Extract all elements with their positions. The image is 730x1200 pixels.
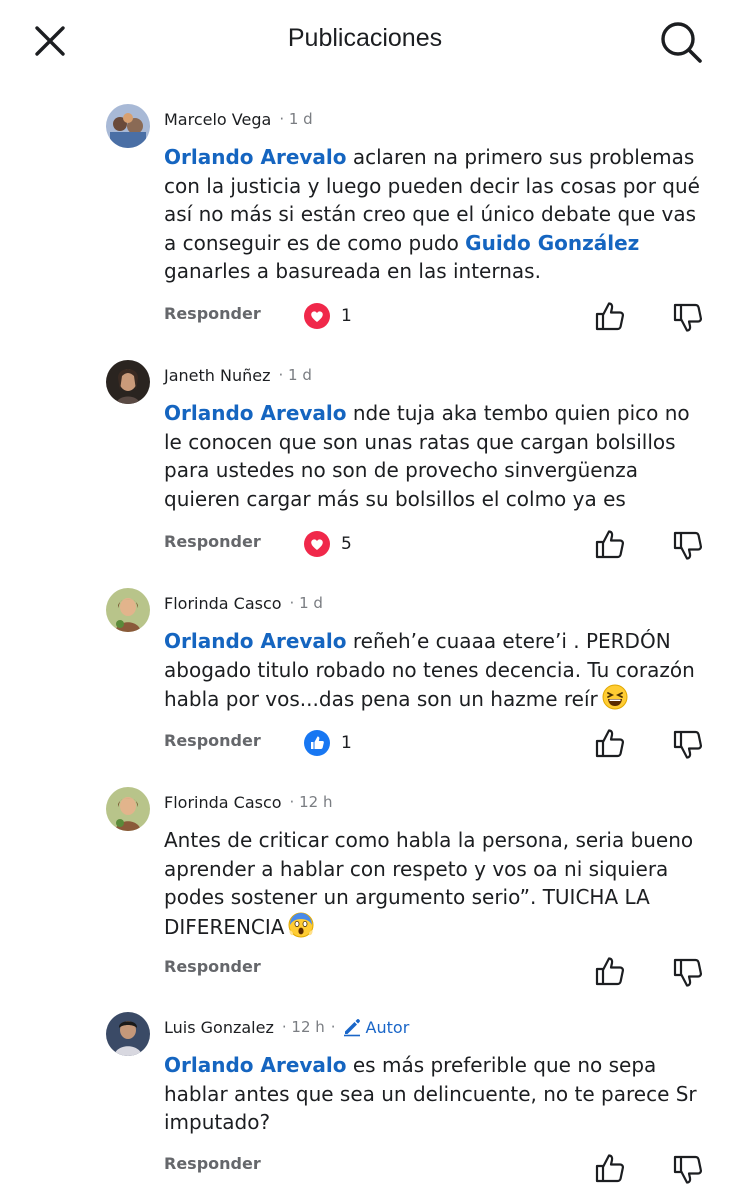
reaction-count: 1 [341, 733, 352, 753]
comment-meta: Marcelo Vega · 1 d [164, 107, 313, 131]
author-badge: Autor [365, 1017, 410, 1037]
pencil-icon [343, 1019, 360, 1037]
comment-text: Orlando Arevalo reñeh’e cuaaa etere’i . … [164, 627, 712, 714]
page-title: Publicaciones [287, 24, 443, 52]
author-name[interactable]: Florinda Casco [164, 594, 282, 613]
thumbs-down-icon[interactable] [672, 729, 704, 761]
timestamp: · 1 d [278, 366, 312, 384]
avatar[interactable] [106, 588, 150, 632]
reply-button[interactable]: Responder [164, 304, 261, 323]
comment-meta: Florinda Casco · 1 d [164, 591, 323, 615]
timestamp: · 1 d [279, 110, 313, 128]
top-bar: Publicaciones [0, 0, 730, 80]
screaming-emoji [288, 912, 314, 938]
mention-link[interactable]: Orlando Arevalo [164, 629, 347, 653]
thumbs-down-icon[interactable] [672, 530, 704, 562]
author-name[interactable]: Luis Gonzalez [164, 1018, 274, 1037]
timestamp: · 1 d [289, 594, 323, 612]
laughing-emoji [602, 684, 628, 710]
mention-link[interactable]: Orlando Arevalo [164, 145, 347, 169]
avatar[interactable] [106, 1012, 150, 1056]
timestamp: · 12 h [289, 793, 333, 811]
comment-text: Orlando Arevalo es más preferible que no… [164, 1051, 712, 1137]
heart-reaction-icon [304, 303, 330, 329]
heart-reaction-icon [304, 531, 330, 557]
thumbs-up-icon[interactable] [594, 528, 626, 560]
comment-meta: Janeth Nuñez · 1 d [164, 363, 312, 387]
thumbs-down-icon[interactable] [672, 957, 704, 989]
avatar[interactable] [106, 360, 150, 404]
mention-link[interactable]: Orlando Arevalo [164, 401, 347, 425]
reply-button[interactable]: Responder [164, 731, 261, 750]
avatar[interactable] [106, 104, 150, 148]
comment-text: Orlando Arevalo aclaren na primero sus p… [164, 143, 712, 286]
author-name[interactable]: Florinda Casco [164, 793, 282, 812]
comment-meta: Luis Gonzalez · 12 h · Autor [164, 1015, 409, 1039]
thumbs-up-icon[interactable] [594, 727, 626, 759]
reaction-summary[interactable]: 1 [303, 302, 352, 330]
comment-meta: Florinda Casco · 12 h [164, 790, 332, 814]
like-reaction-icon [304, 730, 330, 756]
comment-text-part: ganarles a basureada en las internas. [164, 259, 541, 284]
mention-link[interactable]: Guido González [465, 231, 639, 255]
reaction-summary[interactable]: 1 [303, 729, 352, 757]
thumbs-up-icon[interactable] [594, 1152, 626, 1184]
thumbs-up-icon[interactable] [594, 955, 626, 987]
reaction-count: 1 [341, 306, 352, 326]
author-name[interactable]: Marcelo Vega [164, 110, 271, 129]
comment-text-part: Antes de criticar como habla la persona,… [164, 828, 694, 939]
reply-button[interactable]: Responder [164, 1154, 261, 1173]
mention-link[interactable]: Orlando Arevalo [164, 1053, 347, 1077]
reply-button[interactable]: Responder [164, 957, 261, 976]
thumbs-down-icon[interactable] [672, 1154, 704, 1186]
reply-button[interactable]: Responder [164, 532, 261, 551]
thumbs-up-icon[interactable] [594, 300, 626, 332]
comment-text: Orlando Arevalo nde tuja aka tembo quien… [164, 399, 712, 513]
reaction-count: 5 [341, 534, 352, 554]
comment-text: Antes de criticar como habla la persona,… [164, 826, 712, 941]
reaction-summary[interactable]: 5 [303, 530, 352, 558]
timestamp: · 12 h [281, 1018, 325, 1036]
avatar[interactable] [106, 787, 150, 831]
author-name[interactable]: Janeth Nuñez [164, 366, 271, 385]
thumbs-down-icon[interactable] [672, 302, 704, 334]
search-icon[interactable] [659, 20, 703, 64]
separator-dot: · [330, 1018, 336, 1036]
